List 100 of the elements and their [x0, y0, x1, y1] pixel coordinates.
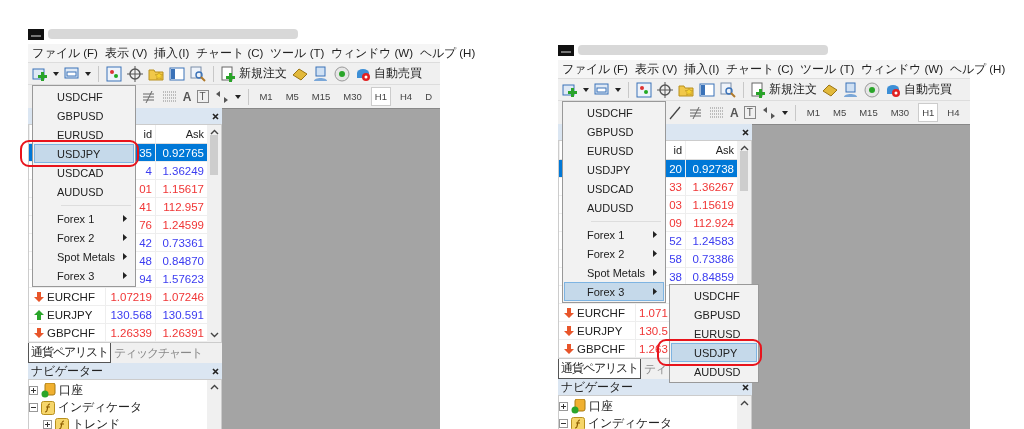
submenu-item[interactable]: Forex 3 — [564, 282, 664, 301]
expand-icon[interactable] — [43, 420, 52, 429]
fibonacci-icon[interactable] — [688, 104, 704, 121]
new-chart-icon[interactable] — [562, 81, 578, 98]
menu-item[interactable]: EURUSD — [34, 125, 134, 144]
menu-item[interactable]: 挿入(I) — [684, 61, 720, 77]
window-stack-icon[interactable] — [594, 81, 610, 98]
timeframe-button[interactable]: M1 — [802, 103, 824, 122]
scrollbar-thumb[interactable] — [210, 135, 218, 175]
timeframe-button[interactable]: D — [421, 87, 436, 106]
timeframe-button[interactable]: M5 — [281, 87, 303, 106]
expand-icon[interactable] — [559, 402, 568, 411]
window-stack-icon[interactable] — [64, 65, 80, 82]
timeframe-button[interactable]: M15 — [307, 87, 335, 106]
new-chart-icon[interactable] — [32, 65, 48, 82]
table-cell: 1.07219 — [105, 288, 155, 306]
menu-item[interactable]: ツール (T) — [800, 61, 855, 77]
function-icon — [55, 417, 69, 429]
table-cell: GBPCHF — [29, 324, 105, 342]
new-order-button[interactable]: 新規注文 — [221, 65, 287, 82]
new-order-button[interactable]: 新規注文 — [751, 81, 817, 98]
crosshair-icon[interactable] — [127, 65, 143, 82]
timeframe-button[interactable]: M5 — [829, 103, 851, 122]
menu-item[interactable]: EURUSD — [564, 141, 664, 160]
close-icon[interactable] — [742, 128, 749, 136]
timeframe-button[interactable]: M15 — [855, 103, 882, 122]
scroll-up-icon[interactable] — [739, 145, 749, 151]
expand-icon[interactable] — [29, 386, 38, 395]
menu-item[interactable]: チャート (C) — [726, 61, 794, 77]
scrollbar[interactable] — [207, 125, 221, 342]
auto-trading-button[interactable]: 自動売買 — [885, 81, 952, 98]
line-tool-icon[interactable] — [667, 104, 683, 121]
submenu-arrow-icon — [123, 272, 127, 279]
tree-item[interactable]: インディケータ — [588, 415, 672, 429]
menu-item[interactable]: 表示 (V) — [104, 45, 148, 61]
scroll-up-icon[interactable] — [209, 129, 219, 135]
menu-item[interactable]: ヘルプ (H) — [420, 45, 476, 61]
chart-symbol-icon[interactable] — [636, 81, 652, 98]
menu-item[interactable]: AUDUSD — [671, 362, 757, 381]
scrollbar[interactable] — [207, 380, 221, 429]
menu-item[interactable]: 挿入(I) — [154, 45, 190, 61]
panel-icon[interactable] — [169, 65, 185, 82]
menu-item[interactable]: USDJPY — [34, 144, 134, 163]
close-icon[interactable] — [212, 367, 219, 375]
magnifier-icon[interactable] — [190, 65, 206, 82]
collapse-icon[interactable] — [559, 419, 568, 428]
timeframe-button[interactable]: H4 — [395, 87, 417, 106]
menu-item[interactable]: GBPUSD — [564, 122, 664, 141]
menu-item[interactable]: ウィンドウ (W) — [331, 45, 414, 61]
menu-item[interactable]: ファイル (F) — [32, 45, 98, 61]
menu-item[interactable]: 表示 (V) — [634, 61, 678, 77]
document-plus-icon — [751, 81, 766, 98]
menu-item[interactable]: チャート (C) — [196, 45, 264, 61]
menu-item[interactable]: ウィンドウ (W) — [861, 61, 944, 77]
scroll-down-icon[interactable] — [209, 332, 219, 338]
menu-item[interactable]: ヘルプ (H) — [950, 61, 1006, 77]
menu-item[interactable]: GBPUSD — [34, 106, 134, 125]
text-tool[interactable]: A — [730, 105, 739, 120]
menu-item[interactable]: ツール (T) — [270, 45, 325, 61]
tree-item[interactable]: 口座 — [589, 398, 613, 415]
submenu-arrow-icon — [653, 250, 657, 257]
tree-item[interactable]: インディケータ — [58, 399, 142, 416]
submenu-arrow-icon — [653, 269, 657, 276]
label-tool[interactable]: T — [196, 90, 209, 103]
table-cell: EURJPY — [29, 306, 105, 324]
chart-symbol-icon[interactable] — [106, 65, 122, 82]
table-cell: 130.568 — [105, 306, 155, 324]
auto-trading-button[interactable]: 自動売買 — [355, 65, 422, 82]
panel-icon[interactable] — [699, 81, 715, 98]
signal-icon[interactable] — [864, 81, 880, 98]
signal-icon[interactable] — [334, 65, 350, 82]
menu-item[interactable]: ファイル (F) — [562, 61, 628, 77]
fibonacci-icon[interactable] — [140, 88, 157, 105]
timeframe-button[interactable]: H1 — [370, 87, 391, 106]
scroll-up-icon[interactable] — [739, 400, 749, 406]
scroll-up-icon[interactable] — [209, 384, 219, 390]
panel-tab[interactable]: 通貨ペアリスト — [558, 359, 641, 379]
menu-item[interactable]: USDCHF — [671, 286, 757, 305]
menu-item[interactable]: USDCHF — [34, 87, 134, 106]
tree-item[interactable]: トレンド — [72, 416, 120, 429]
text-tool[interactable]: A — [182, 89, 192, 104]
timeframe-button[interactable]: M30 — [339, 87, 366, 106]
close-icon[interactable] — [212, 112, 219, 120]
timeframe-button[interactable]: M30 — [886, 103, 914, 122]
scrollbar[interactable] — [737, 396, 751, 429]
timeframe-button[interactable]: M1 — [255, 87, 277, 106]
magnifier-icon[interactable] — [720, 81, 736, 98]
tree-item[interactable]: 口座 — [59, 382, 83, 399]
menu-item[interactable]: USDCHF — [564, 103, 664, 122]
timeframe-button[interactable]: H4 — [943, 103, 964, 122]
table-cell: EURJPY — [559, 322, 635, 340]
collapse-icon[interactable] — [29, 403, 38, 412]
label-tool[interactable]: T — [743, 106, 756, 119]
crosshair-icon[interactable] — [657, 81, 673, 98]
function-icon — [41, 400, 55, 415]
menu-item[interactable]: USDJPY — [671, 343, 757, 362]
panel-tab[interactable]: 通貨ペアリスト — [28, 343, 111, 363]
timeframe-button[interactable]: H1 — [918, 103, 939, 122]
close-icon[interactable] — [742, 383, 749, 391]
scrollbar-thumb[interactable] — [740, 151, 748, 191]
